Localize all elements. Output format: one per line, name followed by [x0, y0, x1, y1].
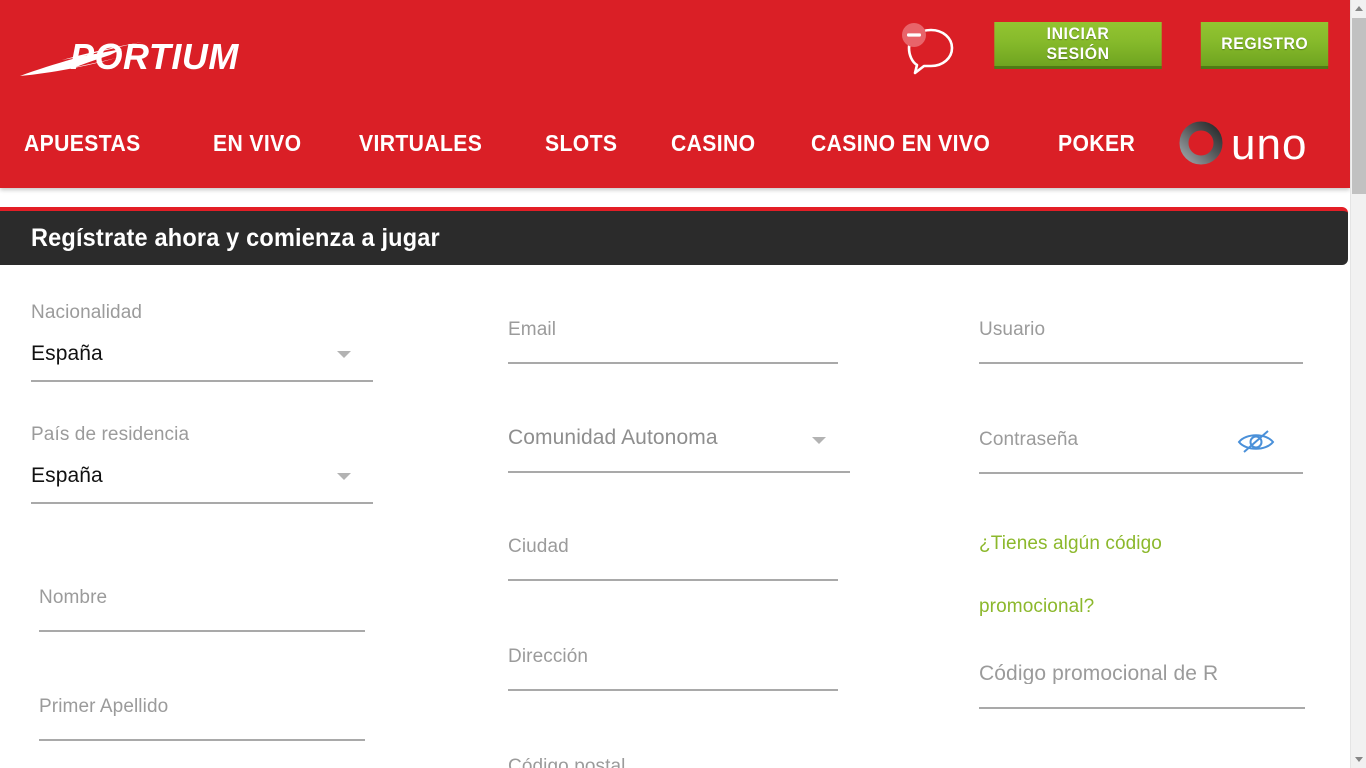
field-usuario[interactable]: Usuario: [979, 320, 1303, 364]
registration-section-header: Regístrate ahora y comienza a jugar: [0, 207, 1348, 265]
scrollbar-up-arrow[interactable]: [1351, 0, 1366, 17]
scrollbar-thumb[interactable]: [1352, 18, 1366, 194]
field-underline: [979, 707, 1305, 709]
field-value-pais-residencia: España: [31, 464, 103, 487]
signup-button[interactable]: REGISTRO: [1200, 22, 1329, 69]
page-scrollbar[interactable]: [1350, 0, 1366, 768]
nav-item-poker[interactable]: POKER: [1058, 130, 1135, 157]
field-ciudad[interactable]: Ciudad: [508, 537, 838, 581]
scrollbar-down-arrow[interactable]: [1351, 751, 1366, 768]
registration-form: Nacionalidad España País de residencia E…: [0, 265, 1350, 768]
field-underline: [31, 380, 373, 382]
field-label-direccion: Dirección: [508, 647, 589, 666]
field-email[interactable]: Email: [508, 320, 838, 364]
chevron-down-icon[interactable]: [337, 351, 351, 358]
nav-item-apuestas[interactable]: APUESTAS: [24, 130, 141, 157]
form-column-2: Email Comunidad Autonoma Ciudad Direcció…: [508, 265, 850, 768]
nav-item-casino[interactable]: CASINO: [671, 130, 756, 157]
field-label-comunidad-autonoma: Comunidad Autonoma: [508, 427, 718, 448]
svg-text:PORTIUM: PORTIUM: [70, 36, 239, 77]
field-label-ciudad: Ciudad: [508, 537, 569, 556]
nav-item-casino-en-vivo[interactable]: CASINO EN VIVO: [811, 130, 990, 157]
field-label-pais-residencia: País de residencia: [31, 425, 190, 444]
promo-code-link[interactable]: ¿Tienes algún código promocional?: [979, 512, 1209, 638]
field-underline: [508, 579, 838, 581]
promo-code-link-line2: promocional?: [979, 596, 1095, 617]
page-title: Regístrate ahora y comienza a jugar: [31, 223, 440, 252]
field-underline: [979, 362, 1303, 364]
chevron-down-icon[interactable]: [337, 473, 351, 480]
field-label-nacionalidad: Nacionalidad: [31, 303, 143, 322]
field-underline: [508, 362, 838, 364]
browser-page: PORTIUM INICIAR SESIÓN REGISTRO APUESTAS…: [0, 0, 1366, 768]
field-label-usuario: Usuario: [979, 320, 1046, 339]
login-button[interactable]: INICIAR SESIÓN: [994, 22, 1162, 69]
nav-item-virtuales[interactable]: VIRTUALES: [359, 130, 482, 157]
site-header: PORTIUM INICIAR SESIÓN REGISTRO APUESTAS…: [0, 0, 1350, 188]
field-contrasena[interactable]: Contraseña: [979, 430, 1303, 474]
nav-item-en-vivo[interactable]: EN VIVO: [213, 130, 301, 157]
field-label-email: Email: [508, 320, 557, 339]
field-underline: [39, 739, 365, 741]
field-pais-residencia[interactable]: País de residencia España: [31, 425, 373, 504]
field-underline: [508, 471, 850, 473]
promo-code-link-line1: ¿Tienes algún código: [979, 533, 1162, 554]
field-underline: [508, 689, 838, 691]
sportium-logo[interactable]: PORTIUM: [18, 28, 268, 80]
chevron-down-icon[interactable]: [812, 437, 826, 444]
field-value-nacionalidad: España: [31, 342, 103, 365]
form-column-3: Usuario Contraseña ¿Tienes algún código …: [979, 265, 1305, 709]
uno-logo[interactable]: uno: [1176, 119, 1341, 167]
field-label-codigo-promocional: Código promocional de R: [979, 663, 1219, 684]
field-label-primer-apellido: Primer Apellido: [39, 697, 169, 716]
field-underline: [31, 502, 373, 504]
field-underline: [979, 472, 1303, 474]
form-column-1: Nacionalidad España País de residencia E…: [31, 265, 373, 768]
field-direccion[interactable]: Dirección: [508, 647, 838, 691]
field-codigo-postal[interactable]: Código postal: [508, 757, 838, 768]
field-comunidad-autonoma[interactable]: Comunidad Autonoma: [508, 427, 850, 473]
field-nacionalidad[interactable]: Nacionalidad España: [31, 303, 373, 382]
main-nav: APUESTAS EN VIVO VIRTUALES SLOTS CASINO …: [0, 112, 1350, 174]
field-underline: [39, 630, 365, 632]
field-primer-apellido[interactable]: Primer Apellido: [39, 697, 365, 741]
field-label-nombre: Nombre: [39, 588, 108, 607]
page-viewport: PORTIUM INICIAR SESIÓN REGISTRO APUESTAS…: [0, 0, 1350, 768]
chat-bubble-icon[interactable]: [897, 22, 963, 76]
field-nombre[interactable]: Nombre: [39, 588, 365, 632]
nav-item-slots[interactable]: SLOTS: [545, 130, 617, 157]
field-codigo-promocional[interactable]: Código promocional de R: [979, 663, 1305, 709]
uno-logo-text: uno: [1231, 120, 1307, 167]
field-label-codigo-postal: Código postal: [508, 757, 626, 768]
eye-off-icon[interactable]: [1235, 426, 1277, 461]
